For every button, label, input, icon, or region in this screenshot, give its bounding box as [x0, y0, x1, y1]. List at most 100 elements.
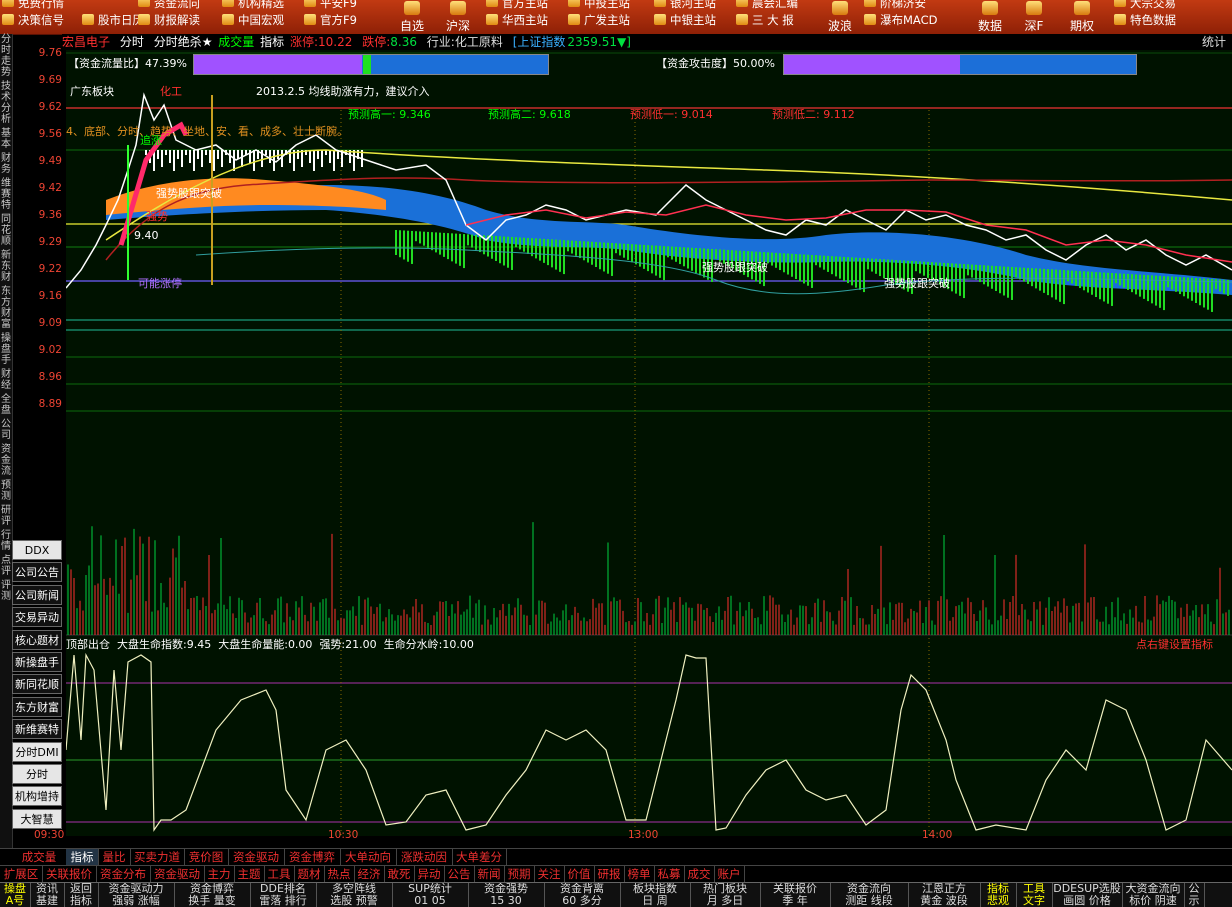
extension-tab-11[interactable]: 异动 [414, 866, 445, 883]
function-tab-18[interactable]: 大资金流向 标价 阴速 [1122, 883, 1185, 907]
toolbar-item-8[interactable]: 晨会汇编三 大 报 [734, 0, 814, 34]
sidebar-item-14[interactable]: 研评 [0, 505, 12, 527]
left-button-7[interactable]: 东方财富 [12, 696, 62, 717]
indicator-tab-7[interactable]: 大单动向 [340, 849, 397, 866]
sidebar-item-12[interactable]: 资金流 [0, 444, 12, 477]
extension-tab-10[interactable]: 敢死 [384, 866, 415, 883]
indicator-tab-8[interactable]: 涨跌动因 [396, 849, 453, 866]
mode-fenshi[interactable]: 分时 [120, 35, 144, 49]
indicator-tab-0[interactable]: 成交量 [12, 849, 67, 866]
right-click-hint[interactable]: 点右键设置指标 [1136, 637, 1213, 652]
toolbar-item-10[interactable]: 大宗交易 特色数据 [1112, 0, 1192, 34]
extension-tab-13[interactable]: 新闻 [474, 866, 505, 883]
extension-tab-7[interactable]: 题材 [294, 866, 325, 883]
function-tab-12[interactable]: 关联报价季 年 [760, 883, 831, 907]
toolbar-big-0[interactable]: 自选 [390, 0, 434, 34]
stats-button[interactable]: 统计 [1202, 34, 1226, 50]
function-tab-15[interactable]: 指标 悲观 [980, 883, 1017, 907]
extension-tab-21[interactable]: 账户 [714, 866, 745, 883]
toolbar-big-3[interactable]: 数据 [968, 0, 1012, 34]
left-button-10[interactable]: 分时XLPL [12, 764, 62, 801]
function-tab-4[interactable]: 资金博弈 换手 量变 [174, 883, 251, 907]
extension-tab-1[interactable]: 关联报价 [42, 866, 97, 883]
sidebar-item-10[interactable]: 全盘 [0, 394, 12, 416]
toolbar-item-5[interactable]: 官方主站 华西主站 [484, 0, 564, 34]
function-tab-0[interactable]: 操盘 A号 [0, 883, 31, 907]
indicator-tab-5[interactable]: 资金驱动 [228, 849, 285, 866]
left-button-9[interactable]: 分时DMI [12, 741, 62, 762]
function-tab-11[interactable]: 热门板块月 多日 [690, 883, 761, 907]
function-tab-16[interactable]: 工具 文字 [1016, 883, 1053, 907]
left-button-11[interactable]: 机构增持 [12, 786, 62, 807]
sidebar-item-7[interactable]: 东方财富 [0, 286, 12, 330]
sidebar-item-2[interactable]: 基本 [0, 128, 12, 150]
sidebar-item-6[interactable]: 新东财 [0, 250, 12, 283]
toolbar-item-7[interactable]: 银河主站 中银主站 [652, 0, 732, 34]
indicator-tab-9[interactable]: 大单差分 [452, 849, 507, 866]
extension-tab-8[interactable]: 热点 [324, 866, 355, 883]
indicator-tab-1[interactable]: 指标 [66, 849, 99, 866]
extension-tab-12[interactable]: 公告 [444, 866, 475, 883]
sidebar-item-11[interactable]: 公司 [0, 419, 12, 441]
sidebar-item-17[interactable]: 评测 [0, 580, 12, 602]
toolbar-item-9[interactable]: 阶梯济安 瀑布MACD [862, 0, 942, 34]
function-tab-19[interactable]: 公示 [1184, 883, 1205, 907]
indicator-name[interactable]: 分时绝杀★ [154, 35, 213, 49]
sidebar-item-3[interactable]: 财务 [0, 153, 12, 175]
extension-tab-4[interactable]: 主力 [204, 866, 235, 883]
extension-tab-2[interactable]: 资金分布 [96, 866, 151, 883]
left-button-8[interactable]: 新维赛特 [12, 719, 62, 740]
left-button-1[interactable]: 公司公告 [12, 562, 62, 583]
function-tab-2[interactable]: 返回 指标 [64, 883, 99, 907]
toolbar-item-4[interactable]: 平安F9 官方F9 [302, 0, 382, 34]
function-tab-5[interactable]: DDE排名 雷落 排行 [250, 883, 317, 907]
left-button-5[interactable]: 新操盘手 [12, 652, 62, 672]
toolbar-big-5[interactable]: 期权 [1060, 0, 1104, 34]
index-label[interactable]: [上证指数 [513, 35, 566, 49]
function-tab-10[interactable]: 板块指数日 周 [620, 883, 691, 907]
left-button-4[interactable]: 核心题材 [12, 629, 62, 650]
extension-tab-18[interactable]: 榜单 [624, 866, 655, 883]
function-tab-1[interactable]: 资讯 基建 [30, 883, 65, 907]
indicator-tab-2[interactable]: 量比 [98, 849, 131, 866]
left-button-0[interactable]: DDX [12, 540, 62, 560]
sidebar-item-4[interactable]: 维赛特 [0, 178, 12, 211]
extension-tab-16[interactable]: 价值 [564, 866, 595, 883]
extension-tab-17[interactable]: 研报 [594, 866, 625, 883]
function-tab-6[interactable]: 多空阵线 选股 预警 [316, 883, 393, 907]
function-tab-9[interactable]: 资金背离 60 多分 [544, 883, 621, 907]
extension-tab-6[interactable]: 工具 [264, 866, 295, 883]
sidebar-item-5[interactable]: 同花顺 [0, 214, 12, 247]
extension-tab-3[interactable]: 资金驱动 [150, 866, 205, 883]
toolbar-big-1[interactable]: 沪深 [436, 0, 480, 34]
toolbar-big-2[interactable]: 波浪 [818, 0, 862, 34]
toolbar-item-2[interactable]: 资金流向 财报解读 [136, 0, 216, 34]
function-tab-14[interactable]: 江恩正方 黄金 波段 [908, 883, 981, 907]
extension-tab-19[interactable]: 私募 [654, 866, 685, 883]
toolbar-item-3[interactable]: 机构精选 中国宏观 [220, 0, 300, 34]
extension-tab-20[interactable]: 成交 [684, 866, 715, 883]
indicator-tab-3[interactable]: 买卖力道 [130, 849, 185, 866]
function-tab-17[interactable]: DDESUP选股 画圆 价格 [1052, 883, 1123, 907]
indicator-label[interactable]: 指标 [260, 35, 284, 49]
sidebar-item-16[interactable]: 点评 [0, 555, 12, 577]
function-tab-8[interactable]: 资金强势 15 30 [468, 883, 545, 907]
function-tab-13[interactable]: 资金流向 测距 线段 [830, 883, 909, 907]
extension-tab-15[interactable]: 关注 [534, 866, 565, 883]
sidebar-item-13[interactable]: 预测 [0, 480, 12, 502]
sidebar-item-8[interactable]: 操盘手 [0, 333, 12, 366]
indicator-tab-6[interactable]: 资金博弈 [284, 849, 341, 866]
indicator-tab-4[interactable]: 竞价图 [184, 849, 229, 866]
stock-name[interactable]: 宏昌电子 [62, 35, 110, 49]
left-button-3[interactable]: 交易异动 [12, 607, 62, 628]
sidebar-item-9[interactable]: 财经 [0, 369, 12, 391]
toolbar-item-0[interactable]: 免费行情 决策信号 [0, 0, 80, 34]
sidebar-item-0[interactable]: 分时走势 [0, 34, 12, 78]
function-tab-7[interactable]: SUP统计 01 05 [392, 883, 469, 907]
toolbar-big-4[interactable]: 深F [1012, 0, 1056, 34]
extension-tab-9[interactable]: 经济 [354, 866, 385, 883]
toolbar-item-6[interactable]: 中投主站 广发主站 [566, 0, 646, 34]
left-button-12[interactable]: 大智慧 [12, 808, 62, 829]
volume-label[interactable]: 成交量 [218, 35, 254, 49]
function-tab-3[interactable]: 资金驱动力 强弱 涨幅 [98, 883, 175, 907]
